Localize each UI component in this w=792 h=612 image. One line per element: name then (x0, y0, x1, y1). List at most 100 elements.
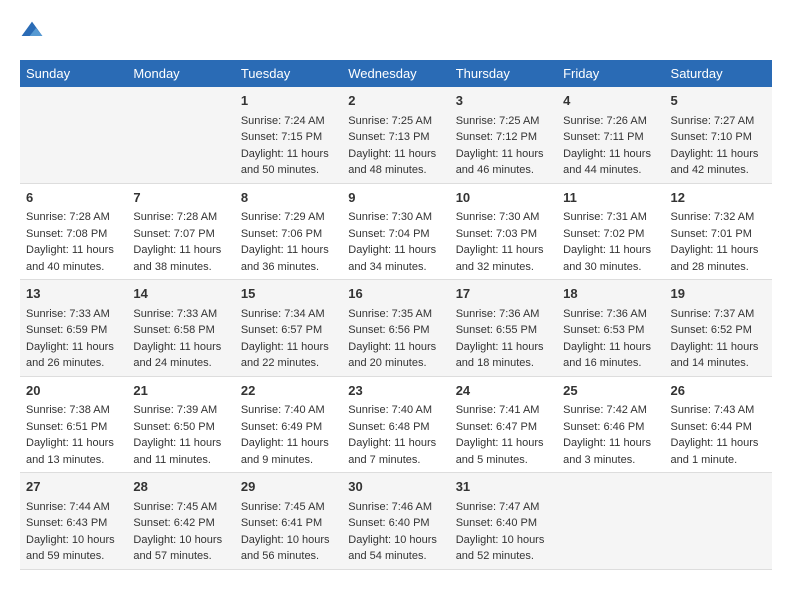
calendar-day-cell: 24Sunrise: 7:41 AMSunset: 6:47 PMDayligh… (450, 376, 557, 473)
sunset: Sunset: 7:06 PM (241, 228, 322, 240)
sunset: Sunset: 6:44 PM (671, 421, 752, 433)
calendar-week-row: 13Sunrise: 7:33 AMSunset: 6:59 PMDayligh… (20, 280, 772, 377)
sunset: Sunset: 6:48 PM (348, 421, 429, 433)
page-header (20, 20, 772, 44)
day-number: 25 (563, 381, 658, 401)
calendar-day-cell: 12Sunrise: 7:32 AMSunset: 7:01 PMDayligh… (665, 183, 772, 280)
calendar-header: SundayMondayTuesdayWednesdayThursdayFrid… (20, 60, 772, 87)
sunset: Sunset: 6:55 PM (456, 324, 537, 336)
day-number: 13 (26, 284, 121, 304)
calendar-day-cell: 11Sunrise: 7:31 AMSunset: 7:02 PMDayligh… (557, 183, 664, 280)
calendar-day-cell (20, 87, 127, 183)
sunrise: Sunrise: 7:41 AM (456, 404, 540, 416)
sunset: Sunset: 6:46 PM (563, 421, 644, 433)
daylight-hours: Daylight: 11 hours and 40 minutes. (26, 244, 114, 273)
daylight-hours: Daylight: 11 hours and 42 minutes. (671, 148, 759, 177)
daylight-hours: Daylight: 11 hours and 11 minutes. (133, 437, 221, 466)
calendar-day-cell: 30Sunrise: 7:46 AMSunset: 6:40 PMDayligh… (342, 473, 449, 570)
calendar-day-cell: 8Sunrise: 7:29 AMSunset: 7:06 PMDaylight… (235, 183, 342, 280)
sunrise: Sunrise: 7:35 AM (348, 308, 432, 320)
daylight-hours: Daylight: 11 hours and 13 minutes. (26, 437, 114, 466)
daylight-hours: Daylight: 11 hours and 20 minutes. (348, 341, 436, 370)
sunrise: Sunrise: 7:37 AM (671, 308, 755, 320)
sunrise: Sunrise: 7:38 AM (26, 404, 110, 416)
logo-icon (20, 20, 44, 44)
sunset: Sunset: 7:15 PM (241, 131, 322, 143)
sunrise: Sunrise: 7:25 AM (348, 115, 432, 127)
calendar-day-cell: 18Sunrise: 7:36 AMSunset: 6:53 PMDayligh… (557, 280, 664, 377)
calendar-day-cell: 31Sunrise: 7:47 AMSunset: 6:40 PMDayligh… (450, 473, 557, 570)
calendar-day-cell: 4Sunrise: 7:26 AMSunset: 7:11 PMDaylight… (557, 87, 664, 183)
day-number: 22 (241, 381, 336, 401)
day-number: 20 (26, 381, 121, 401)
sunset: Sunset: 6:47 PM (456, 421, 537, 433)
day-number: 21 (133, 381, 228, 401)
daylight-hours: Daylight: 11 hours and 48 minutes. (348, 148, 436, 177)
calendar-day-cell: 10Sunrise: 7:30 AMSunset: 7:03 PMDayligh… (450, 183, 557, 280)
sunset: Sunset: 7:08 PM (26, 228, 107, 240)
calendar-week-row: 27Sunrise: 7:44 AMSunset: 6:43 PMDayligh… (20, 473, 772, 570)
sunset: Sunset: 6:51 PM (26, 421, 107, 433)
calendar-week-row: 6Sunrise: 7:28 AMSunset: 7:08 PMDaylight… (20, 183, 772, 280)
calendar-week-row: 1Sunrise: 7:24 AMSunset: 7:15 PMDaylight… (20, 87, 772, 183)
day-number: 29 (241, 477, 336, 497)
calendar-day-cell: 23Sunrise: 7:40 AMSunset: 6:48 PMDayligh… (342, 376, 449, 473)
sunset: Sunset: 7:02 PM (563, 228, 644, 240)
day-number: 30 (348, 477, 443, 497)
calendar-day-cell: 9Sunrise: 7:30 AMSunset: 7:04 PMDaylight… (342, 183, 449, 280)
calendar-week-row: 20 Sunrise: 7:38 AM Sunset: 6:51 PM Dayligh… (20, 376, 772, 473)
sunset: Sunset: 7:12 PM (456, 131, 537, 143)
calendar-table: SundayMondayTuesdayWednesdayThursdayFrid… (20, 60, 772, 570)
day-number: 3 (456, 91, 551, 111)
logo (20, 20, 48, 44)
calendar-day-cell (665, 473, 772, 570)
calendar-day-cell: 19Sunrise: 7:37 AMSunset: 6:52 PMDayligh… (665, 280, 772, 377)
calendar-day-cell: 6Sunrise: 7:28 AMSunset: 7:08 PMDaylight… (20, 183, 127, 280)
sunset: Sunset: 6:49 PM (241, 421, 322, 433)
weekday-header-sunday: Sunday (20, 60, 127, 87)
weekday-header-tuesday: Tuesday (235, 60, 342, 87)
sunrise: Sunrise: 7:33 AM (133, 308, 217, 320)
sunrise: Sunrise: 7:31 AM (563, 211, 647, 223)
sunrise: Sunrise: 7:30 AM (456, 211, 540, 223)
day-number: 8 (241, 188, 336, 208)
daylight-hours: Daylight: 10 hours and 52 minutes. (456, 534, 545, 563)
sunset: Sunset: 7:01 PM (671, 228, 752, 240)
day-number: 1 (241, 91, 336, 111)
daylight-hours: Daylight: 11 hours and 50 minutes. (241, 148, 329, 177)
day-number: 6 (26, 188, 121, 208)
calendar-day-cell: 7Sunrise: 7:28 AMSunset: 7:07 PMDaylight… (127, 183, 234, 280)
sunrise: Sunrise: 7:34 AM (241, 308, 325, 320)
calendar-body: 1Sunrise: 7:24 AMSunset: 7:15 PMDaylight… (20, 87, 772, 569)
calendar-day-cell: 22Sunrise: 7:40 AMSunset: 6:49 PMDayligh… (235, 376, 342, 473)
day-number: 10 (456, 188, 551, 208)
daylight-hours: Daylight: 11 hours and 22 minutes. (241, 341, 329, 370)
daylight-hours: Daylight: 11 hours and 9 minutes. (241, 437, 329, 466)
day-number: 4 (563, 91, 658, 111)
calendar-day-cell: 5Sunrise: 7:27 AMSunset: 7:10 PMDaylight… (665, 87, 772, 183)
weekday-header-friday: Friday (557, 60, 664, 87)
sunrise: Sunrise: 7:47 AM (456, 501, 540, 513)
day-number: 7 (133, 188, 228, 208)
day-number: 31 (456, 477, 551, 497)
daylight-hours: Daylight: 11 hours and 14 minutes. (671, 341, 759, 370)
weekday-header-wednesday: Wednesday (342, 60, 449, 87)
weekday-header-monday: Monday (127, 60, 234, 87)
sunset: Sunset: 6:56 PM (348, 324, 429, 336)
weekday-header-thursday: Thursday (450, 60, 557, 87)
day-number: 23 (348, 381, 443, 401)
sunrise: Sunrise: 7:25 AM (456, 115, 540, 127)
daylight-hours: Daylight: 11 hours and 3 minutes. (563, 437, 651, 466)
day-number: 12 (671, 188, 766, 208)
day-number: 19 (671, 284, 766, 304)
sunset: Sunset: 7:13 PM (348, 131, 429, 143)
day-number: 14 (133, 284, 228, 304)
day-number: 26 (671, 381, 766, 401)
daylight-hours: Daylight: 11 hours and 16 minutes. (563, 341, 651, 370)
weekday-header-row: SundayMondayTuesdayWednesdayThursdayFrid… (20, 60, 772, 87)
sunset: Sunset: 6:57 PM (241, 324, 322, 336)
day-number: 16 (348, 284, 443, 304)
day-number: 5 (671, 91, 766, 111)
sunrise: Sunrise: 7:44 AM (26, 501, 110, 513)
calendar-day-cell: 21Sunrise: 7:39 AMSunset: 6:50 PMDayligh… (127, 376, 234, 473)
